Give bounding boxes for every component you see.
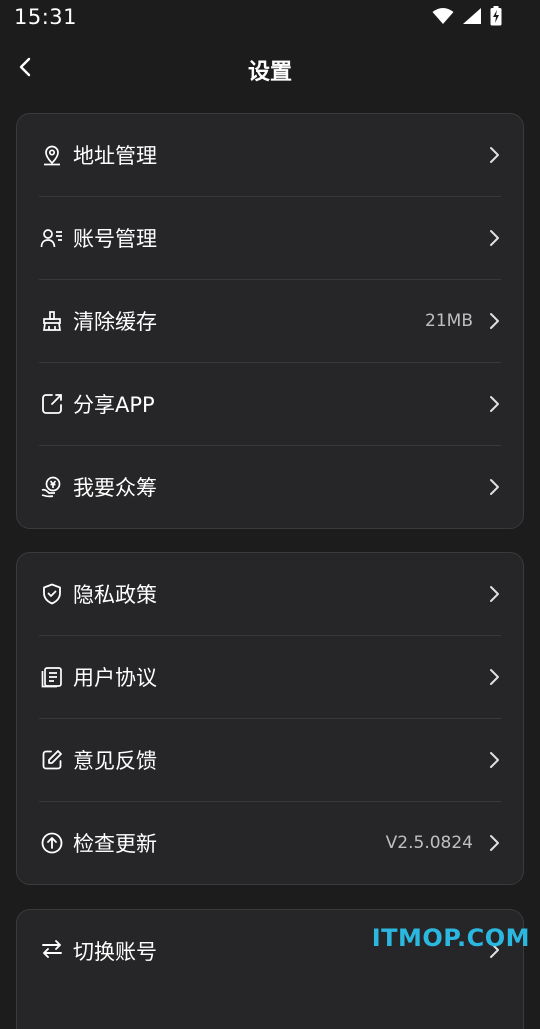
chevron-right-icon (487, 833, 501, 853)
chevron-right-icon (487, 584, 501, 604)
row-crowdfunding[interactable]: 我要众筹 (39, 446, 501, 528)
row-share-app[interactable]: 分享APP (39, 363, 501, 446)
chevron-right-icon (487, 311, 501, 331)
chevron-right-icon (487, 394, 501, 414)
shield-check-icon (39, 581, 65, 607)
row-label: 意见反馈 (73, 745, 487, 775)
switch-arrows-icon (39, 936, 65, 962)
version-value: V2.5.0824 (386, 833, 473, 853)
donate-icon (39, 474, 65, 500)
edit-icon (39, 747, 65, 773)
page-title: 设置 (0, 54, 540, 86)
document-icon (39, 664, 65, 690)
header: 设置 (0, 40, 540, 98)
row-address-management[interactable]: 地址管理 (39, 114, 501, 197)
row-label: 分享APP (73, 389, 487, 419)
row-label: 检查更新 (73, 828, 386, 858)
status-time: 15:31 (14, 5, 77, 29)
row-account-management[interactable]: 账号管理 (39, 197, 501, 280)
watermark: ITMOP.COM (372, 924, 530, 952)
row-user-agreement[interactable]: 用户协议 (39, 636, 501, 719)
share-icon (39, 391, 65, 417)
status-bar: 15:31 (0, 0, 540, 36)
location-pin-icon (39, 142, 65, 168)
wifi-icon (432, 7, 454, 25)
row-label: 我要众筹 (73, 472, 487, 502)
row-clear-cache[interactable]: 清除缓存 21MB (39, 280, 501, 363)
chevron-right-icon (487, 145, 501, 165)
signal-icon (462, 7, 482, 25)
row-label: 清除缓存 (73, 306, 425, 336)
chevron-right-icon (487, 750, 501, 770)
user-list-icon (39, 225, 65, 251)
settings-group-1: 地址管理 账号管理 清除缓存 21MB 分享APP 我要众筹 (16, 113, 524, 529)
row-check-update[interactable]: 检查更新 V2.5.0824 (39, 802, 501, 884)
row-label: 用户协议 (73, 662, 487, 692)
chevron-right-icon (487, 477, 501, 497)
row-label: 账号管理 (73, 223, 487, 253)
chevron-right-icon (487, 228, 501, 248)
settings-group-2: 隐私政策 用户协议 意见反馈 检查更新 V2.5.0824 (16, 552, 524, 885)
chevron-right-icon (487, 667, 501, 687)
row-label: 隐私政策 (73, 579, 487, 609)
row-label: 地址管理 (73, 140, 487, 170)
upload-arrow-icon (39, 830, 65, 856)
cache-size-value: 21MB (425, 311, 473, 331)
battery-charging-icon (490, 6, 502, 26)
row-privacy-policy[interactable]: 隐私政策 (39, 553, 501, 636)
row-feedback[interactable]: 意见反馈 (39, 719, 501, 802)
status-icons (432, 6, 502, 26)
broom-icon (39, 308, 65, 334)
